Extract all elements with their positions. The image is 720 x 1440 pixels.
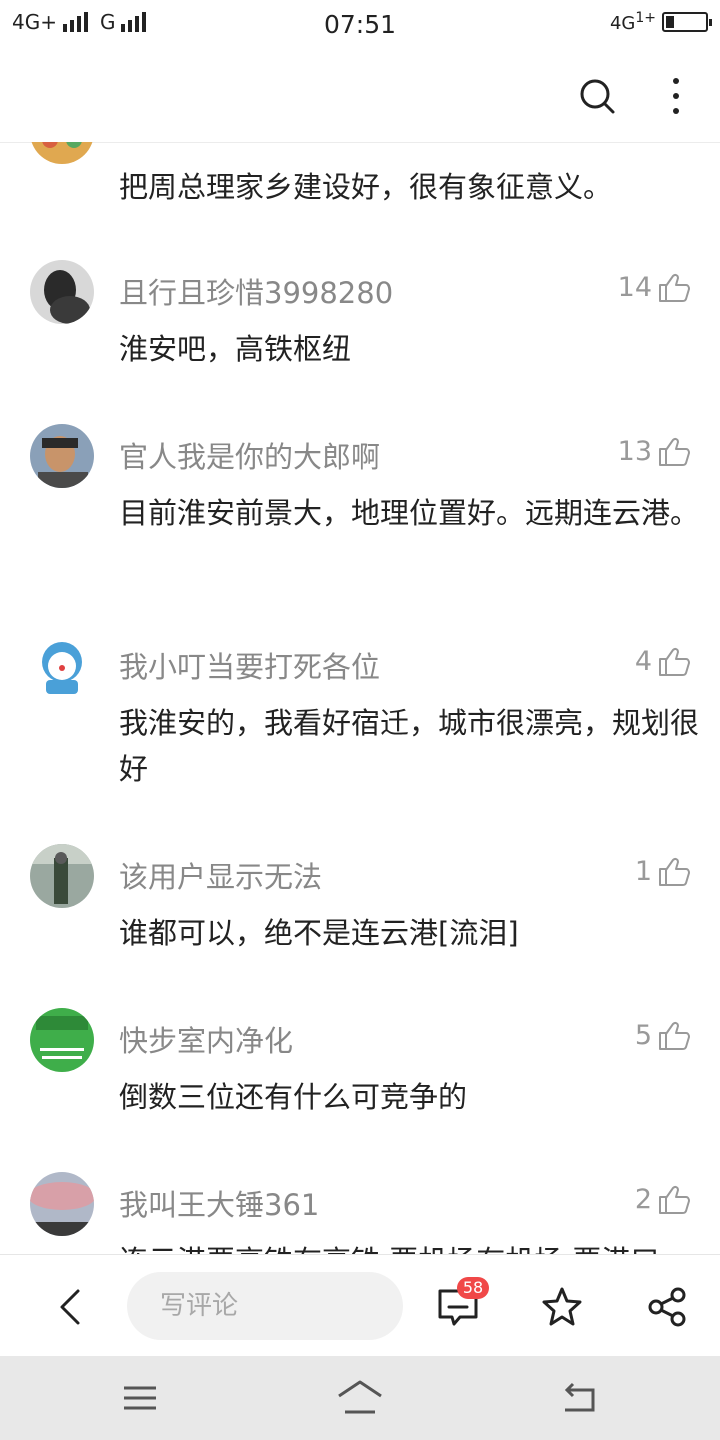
comment-item: 快步室内净化 5 倒数三位还有什么可竞争的 — [0, 1008, 720, 1172]
like-count: 14 — [617, 272, 652, 303]
thumbs-up-icon — [659, 1185, 690, 1214]
thumbs-up-icon — [659, 273, 690, 302]
comment-text: 连云港要高铁有高铁 要机场有机场 要港口 — [119, 1238, 699, 1254]
comment-item: 且行且珍惜3998280 14 淮安吧，高铁枢纽 — [0, 260, 720, 424]
like-button[interactable]: 13 — [618, 436, 690, 467]
battery-icon — [662, 12, 712, 32]
back-arrow-icon[interactable] — [50, 1285, 94, 1329]
home-icon[interactable] — [335, 1376, 385, 1420]
like-button[interactable]: 14 — [618, 272, 690, 303]
status-bar: 4G+ G 07:51 4G1+ — [0, 0, 720, 50]
comment-text: 目前淮安前景大，地理位置好。远期连云港。 — [119, 496, 700, 530]
comment-username[interactable]: 且行且珍惜3998280 — [119, 270, 393, 312]
like-button[interactable]: 2 — [635, 1184, 690, 1215]
return-icon[interactable] — [555, 1376, 605, 1420]
comment-item: 把周总理家乡建设好，很有象征意义。 — [0, 142, 720, 260]
thumbs-up-icon — [659, 437, 690, 466]
avatar[interactable] — [30, 260, 94, 324]
comment-username[interactable]: 官人我是你的大郎啊 — [119, 434, 380, 476]
like-button[interactable]: 4 — [635, 646, 690, 677]
like-count: 5 — [634, 1020, 652, 1051]
comment-text: 我淮安的，我看好宿迁，城市很漂亮，规划很好 — [119, 706, 700, 786]
avatar[interactable] — [30, 142, 94, 164]
comment-text: 倒数三位还有什么可竞争的 — [119, 1080, 468, 1114]
comment-count-badge: 58 — [457, 1277, 489, 1299]
comment-username[interactable]: 快步室内净化 — [119, 1018, 293, 1060]
avatar[interactable] — [30, 844, 94, 908]
comment-item: 官人我是你的大郎啊 13 目前淮安前景大，地理位置好。远期连云港。 — [0, 424, 720, 634]
status-right: 4G1+ — [610, 10, 712, 34]
comment-text: 谁都可以，绝不是连云港[流泪] — [119, 916, 519, 950]
comment-item: 我叫王大锤361 2 连云港要高铁有高铁 要机场有机场 要港口 — [0, 1172, 720, 1254]
header — [0, 50, 720, 143]
network-label-right: 4G1+ — [610, 10, 656, 34]
like-count: 1 — [634, 856, 652, 887]
like-button[interactable]: 5 — [635, 1020, 690, 1051]
comment-username[interactable]: 我叫王大锤361 — [119, 1182, 319, 1224]
like-button[interactable]: 1 — [635, 856, 690, 887]
like-count: 4 — [634, 646, 652, 677]
network-right-sub: 1+ — [635, 10, 656, 26]
comment-item: 我小叮当要打死各位 4 我淮安的，我看好宿迁，城市很漂亮，规划很好 — [0, 634, 720, 844]
share-icon[interactable] — [646, 1285, 690, 1329]
thumbs-up-icon — [659, 647, 690, 676]
menu-icon[interactable] — [115, 1376, 165, 1420]
comment-text: 把周总理家乡建设好，很有象征意义。 — [119, 170, 613, 204]
avatar[interactable] — [30, 634, 94, 698]
bottom-action-bar: 58 — [0, 1254, 720, 1357]
avatar[interactable] — [30, 1172, 94, 1236]
thumbs-up-icon — [659, 1021, 690, 1050]
comment-list[interactable]: 把周总理家乡建设好，很有象征意义。 且行且珍惜3998280 14 淮安吧，高铁… — [0, 142, 720, 1254]
search-icon[interactable] — [577, 76, 617, 116]
avatar[interactable] — [30, 1008, 94, 1072]
comment-username[interactable]: 我小叮当要打死各位 — [119, 644, 380, 686]
like-count: 2 — [634, 1184, 652, 1215]
comment-username[interactable]: 该用户显示无法 — [119, 854, 322, 896]
network-right-main: 4G — [609, 13, 636, 34]
like-count: 13 — [617, 436, 652, 467]
avatar[interactable] — [30, 424, 94, 488]
more-vertical-icon[interactable] — [660, 74, 692, 118]
comment-input[interactable] — [127, 1272, 403, 1340]
star-icon[interactable] — [540, 1285, 584, 1329]
thumbs-up-icon — [659, 857, 690, 886]
comment-item: 该用户显示无法 1 谁都可以，绝不是连云港[流泪] — [0, 844, 720, 1008]
system-nav-bar — [0, 1356, 720, 1440]
comment-text: 淮安吧，高铁枢纽 — [119, 332, 352, 366]
